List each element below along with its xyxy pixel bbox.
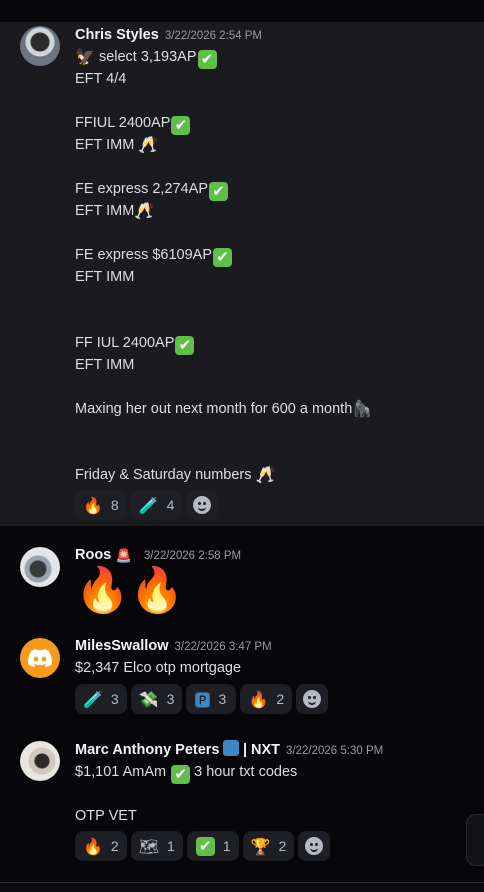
reaction-fire[interactable]: 🔥 2	[75, 831, 127, 861]
smiley-icon	[303, 690, 322, 708]
reaction-check[interactable]: ✔ 1	[186, 831, 239, 861]
check-icon: ✔	[197, 50, 217, 69]
reaction-count: 1	[222, 838, 231, 854]
reaction-test-tube[interactable]: 🧪 4	[130, 490, 183, 520]
jump-scroll-handle[interactable]	[466, 814, 484, 866]
message-line: OTP VET	[75, 808, 137, 824]
message-line: $2,347 Elco otp mortgage	[75, 660, 242, 676]
big-emoji-message: 🔥🔥	[75, 565, 185, 616]
map-icon	[222, 740, 239, 756]
message-line: Maxing her out next month for 600 a mont…	[75, 399, 373, 418]
check-icon: ✔	[195, 836, 215, 856]
reaction-parking[interactable]: 🅿 3	[186, 684, 237, 714]
reaction-count: 2	[276, 691, 285, 707]
eagle-icon: 🦅	[75, 47, 95, 66]
reaction-fire[interactable]: 🔥 8	[75, 490, 127, 520]
reaction-map[interactable]: 🗺 1	[130, 831, 183, 861]
author-name[interactable]: MilesSwallow	[75, 638, 168, 654]
reaction-bar: 🔥 2 🗺 1 ✔ 1 🏆 2	[75, 831, 331, 861]
message-line: EFT IMM	[75, 269, 135, 285]
message-header: Chris Styles 3/22/2026 2:54 PM	[75, 26, 262, 46]
message-line: FF IUL 2400AP ✔	[75, 333, 195, 355]
map-icon: 🗺	[138, 836, 160, 856]
add-reaction-button[interactable]	[296, 684, 329, 714]
author-tag: | NXT	[242, 742, 281, 758]
add-reaction-button[interactable]	[186, 490, 219, 520]
timestamp: 3/22/2026 5:30 PM	[286, 745, 384, 757]
message-line: EFT IMM	[75, 357, 135, 373]
reaction-count: 3	[110, 691, 119, 707]
reaction-count: 2	[278, 838, 287, 854]
reaction-count: 1	[167, 838, 175, 854]
smiley-icon	[305, 837, 324, 855]
message-line: FFIUL 2400AP ✔	[75, 113, 191, 135]
trophy-icon: 🏆	[250, 836, 271, 856]
siren-icon: 🚨	[115, 549, 132, 564]
gorilla-icon: 🦍	[352, 399, 373, 418]
smiley-icon	[193, 496, 212, 514]
message-line: FE express 2,274AP ✔	[75, 179, 228, 201]
author-name[interactable]: Marc Anthony Peters	[75, 742, 220, 758]
avatar-marc-anthony-peters[interactable]	[20, 741, 60, 781]
add-reaction-button[interactable]	[298, 831, 331, 861]
reaction-count: 4	[166, 497, 175, 513]
fire-icon: 🔥	[248, 689, 269, 709]
message-header: Marc Anthony Peters | NXT 3/22/2026 5:30 …	[75, 740, 383, 760]
message-line: Friday & Saturday numbers 🥂	[75, 465, 276, 484]
message-line: FE express $6109AP ✔	[75, 245, 233, 267]
author-name[interactable]: Roos	[75, 547, 111, 563]
message-line: EFT IMM🥂	[75, 201, 155, 220]
message-header: Roos 🚨 3/22/2026 2:58 PM	[75, 546, 241, 566]
reaction-test-tube[interactable]: 🧪 3	[75, 684, 127, 714]
reaction-count: 3	[218, 691, 227, 707]
discord-icon	[28, 649, 52, 667]
message-line: $1,101 AmAm ✔ 3 hour txt codes	[75, 764, 298, 784]
author-name[interactable]: Chris Styles	[75, 27, 159, 43]
reaction-bar: 🔥 8 🧪 4	[75, 490, 219, 520]
reaction-count: 8	[110, 497, 119, 513]
message-line: EFT 4/4	[75, 71, 127, 87]
avatar-roos[interactable]	[20, 547, 60, 587]
reaction-bar: 🧪 3 💸 3 🅿 3 🔥 2	[75, 684, 329, 714]
test-tube-icon: 🧪	[83, 689, 103, 709]
reaction-trophy[interactable]: 🏆 2	[242, 831, 295, 861]
reaction-money-wings[interactable]: 💸 3	[130, 684, 183, 714]
avatar-chris-styles[interactable]	[20, 26, 60, 66]
timestamp: 3/22/2026 3:47 PM	[174, 641, 272, 653]
cheers-icon: 🥂	[138, 135, 159, 154]
top-bar	[0, 0, 484, 22]
reaction-fire[interactable]: 🔥 2	[240, 684, 293, 714]
test-tube-icon: 🧪	[138, 495, 159, 515]
cheers-icon: 🥂	[134, 201, 155, 220]
avatar-milesswallow[interactable]	[20, 638, 60, 678]
timestamp: 3/22/2026 2:58 PM	[143, 550, 242, 562]
parking-icon: 🅿	[194, 691, 211, 710]
check-icon: ✔	[171, 116, 191, 135]
reaction-count: 3	[166, 691, 175, 707]
fire-icon: 🔥	[83, 836, 103, 856]
message-hover-highlight	[0, 22, 484, 526]
check-icon: ✔	[171, 765, 191, 784]
check-icon: ✔	[175, 336, 195, 355]
check-icon: ✔	[209, 182, 228, 201]
check-icon: ✔	[213, 248, 233, 267]
reaction-count: 2	[110, 838, 119, 854]
money-wings-icon: 💸	[138, 689, 159, 709]
cheers-icon: 🥂	[255, 465, 276, 484]
timestamp: 3/22/2026 2:54 PM	[164, 30, 263, 42]
fire-icon: 🔥	[83, 495, 103, 515]
message-line: 🦅 select 3,193AP ✔	[75, 47, 217, 69]
message-line: EFT IMM 🥂	[75, 135, 159, 154]
message-header: MilesSwallow 3/22/2026 3:47 PM	[75, 637, 272, 657]
